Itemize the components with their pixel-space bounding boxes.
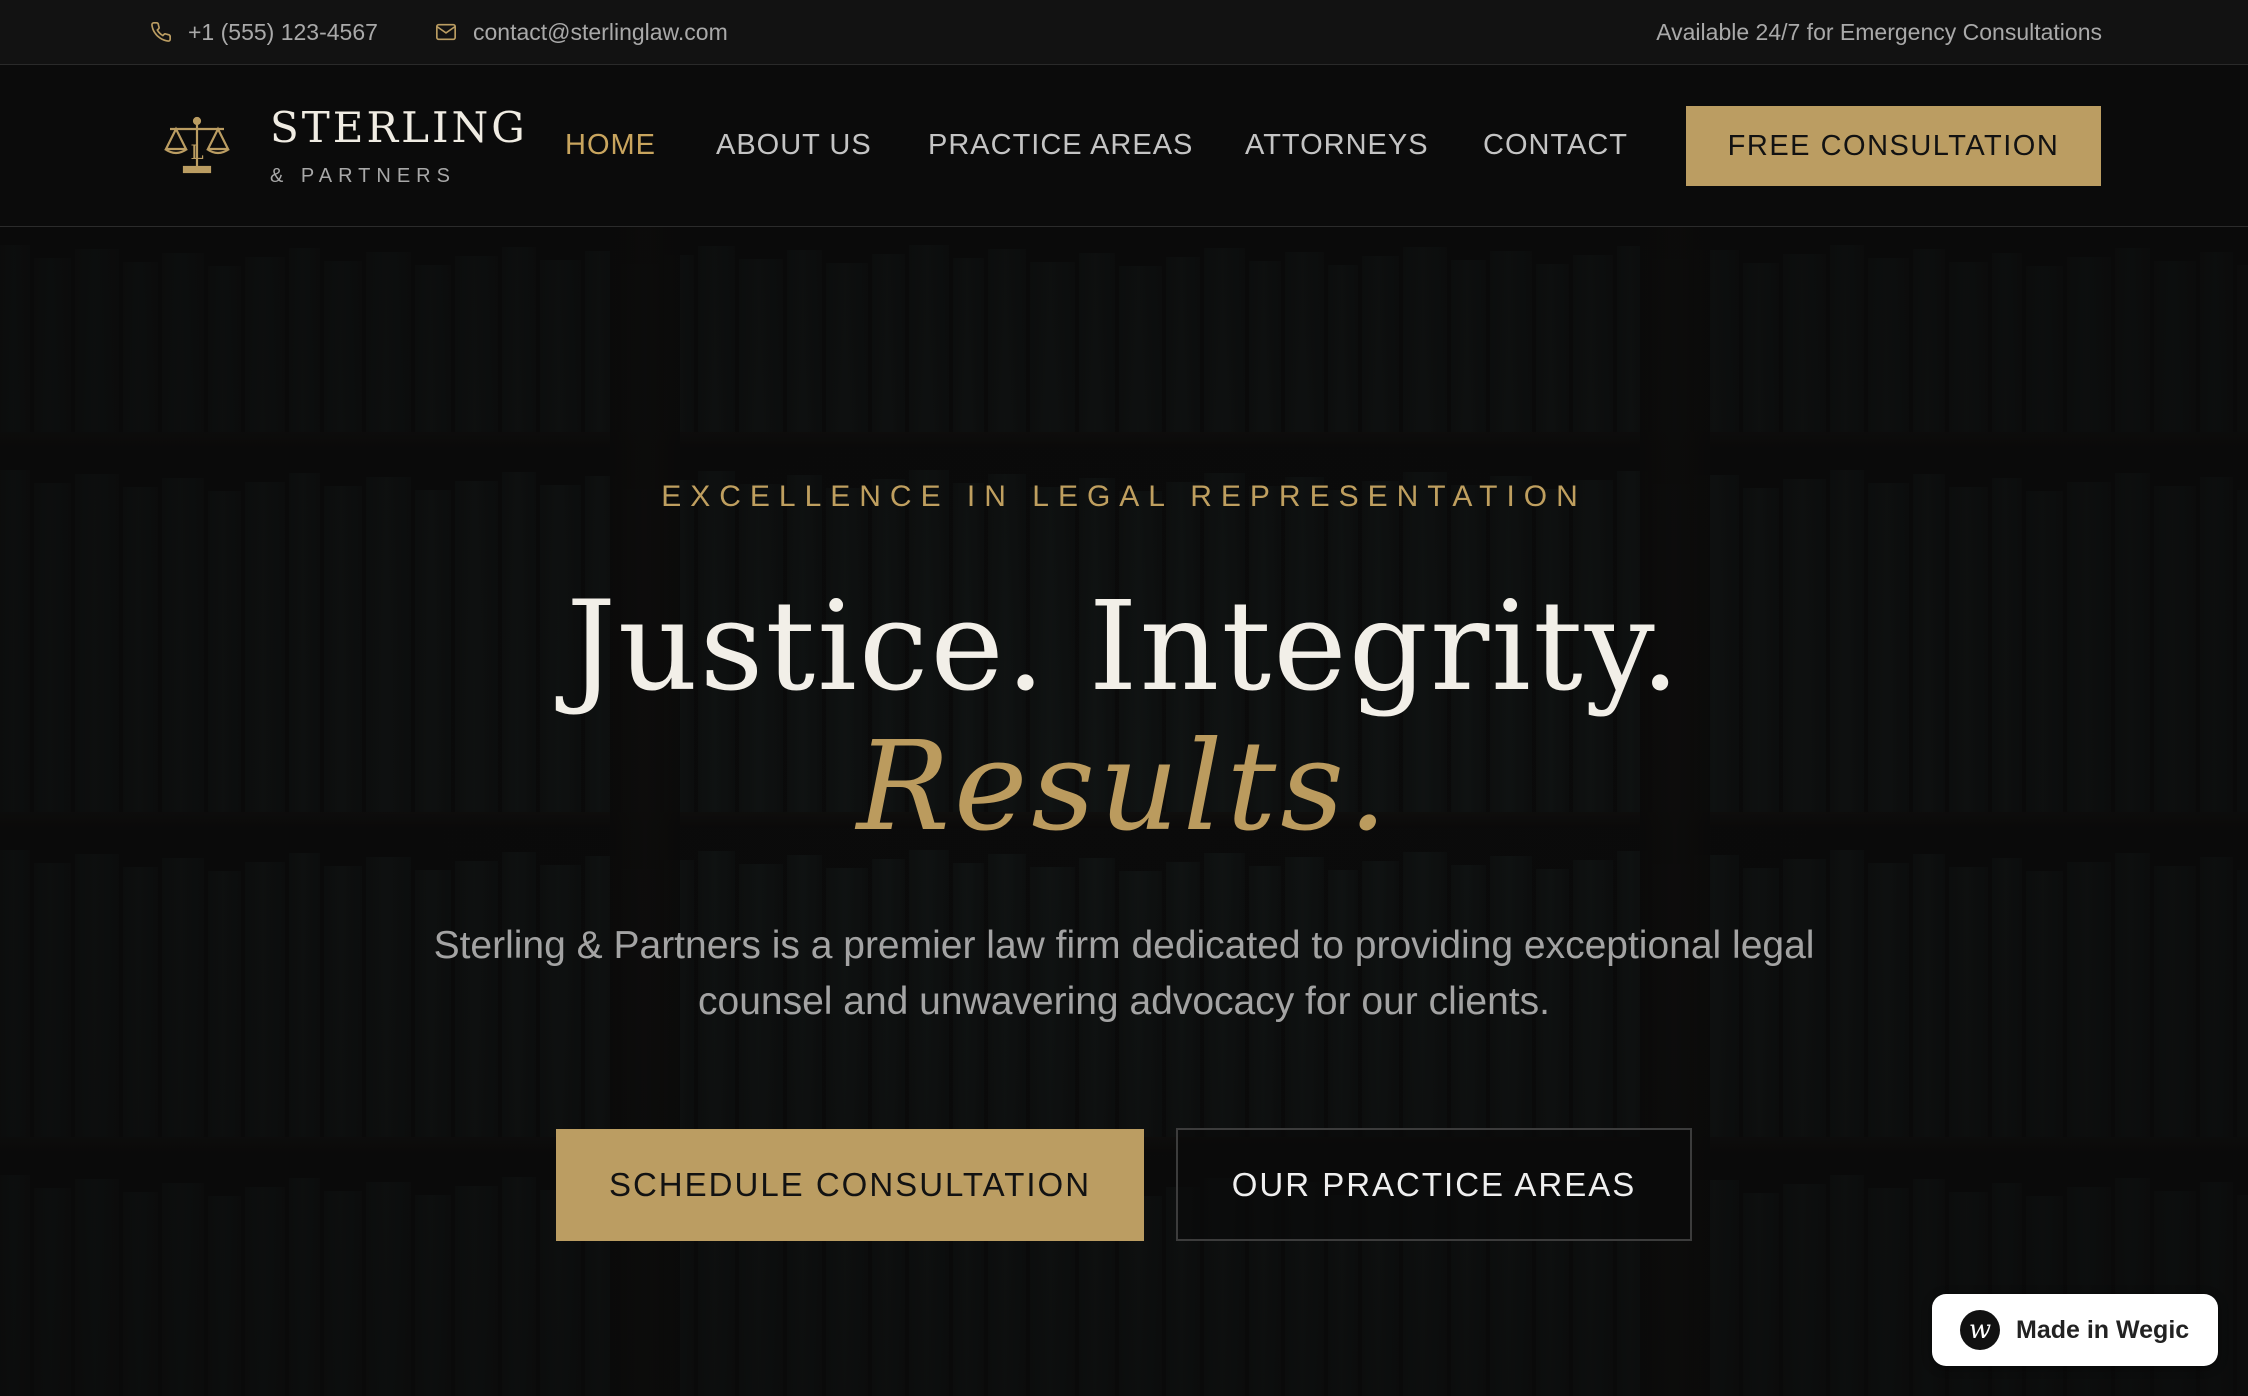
wegic-logo-icon: w xyxy=(1960,1310,2000,1350)
nav-about-us[interactable]: ABOUT US xyxy=(716,125,872,165)
mail-icon xyxy=(436,23,456,41)
nav-contact[interactable]: CONTACT xyxy=(1483,125,1628,165)
email-contact[interactable]: contact@sterlinglaw.com xyxy=(435,0,728,64)
hero-headline-accent: Results. xyxy=(856,715,1392,859)
schedule-consultation-button[interactable]: SCHEDULE CONSULTATION xyxy=(556,1129,1144,1241)
free-consultation-button[interactable]: FREE CONSULTATION xyxy=(1686,106,2101,186)
top-bar: +1 (555) 123-4567 contact@sterlinglaw.co… xyxy=(0,0,2248,65)
scales-of-justice-icon[interactable]: L xyxy=(162,115,232,182)
phone-number: +1 (555) 123-4567 xyxy=(188,18,378,45)
brand-subtitle: & PARTNERS xyxy=(270,165,456,187)
hero-description: Sterling & Partners is a premier law fir… xyxy=(433,924,1815,1023)
nav-attorneys[interactable]: ATTORNEYS xyxy=(1245,125,1429,165)
phone-icon xyxy=(151,22,171,42)
made-in-wegic-badge[interactable]: w Made in Wegic xyxy=(1932,1294,2218,1366)
brand-name[interactable]: STERLING xyxy=(270,103,528,152)
phone-contact[interactable]: +1 (555) 123-4567 xyxy=(150,0,378,64)
hero-section: EXCELLENCE IN LEGAL REPRESENTATION Justi… xyxy=(0,227,2248,1396)
hero-headline: Justice. Integrity. xyxy=(566,575,1682,719)
email-address: contact@sterlinglaw.com xyxy=(473,18,728,45)
availability-text: Available 24/7 for Emergency Consultatio… xyxy=(1656,18,2102,45)
nav-practice-areas[interactable]: PRACTICE AREAS xyxy=(928,125,1193,165)
nav-home[interactable]: HOME xyxy=(565,125,656,165)
svg-text:L: L xyxy=(190,140,203,164)
hero-eyebrow: EXCELLENCE IN LEGAL REPRESENTATION xyxy=(661,480,1587,513)
main-navigation: L STERLING & PARTNERS HOME ABOUT US PRAC… xyxy=(0,65,2248,227)
badge-label: Made in Wegic xyxy=(2016,1315,2190,1344)
practice-areas-button[interactable]: OUR PRACTICE AREAS xyxy=(1176,1128,1692,1241)
